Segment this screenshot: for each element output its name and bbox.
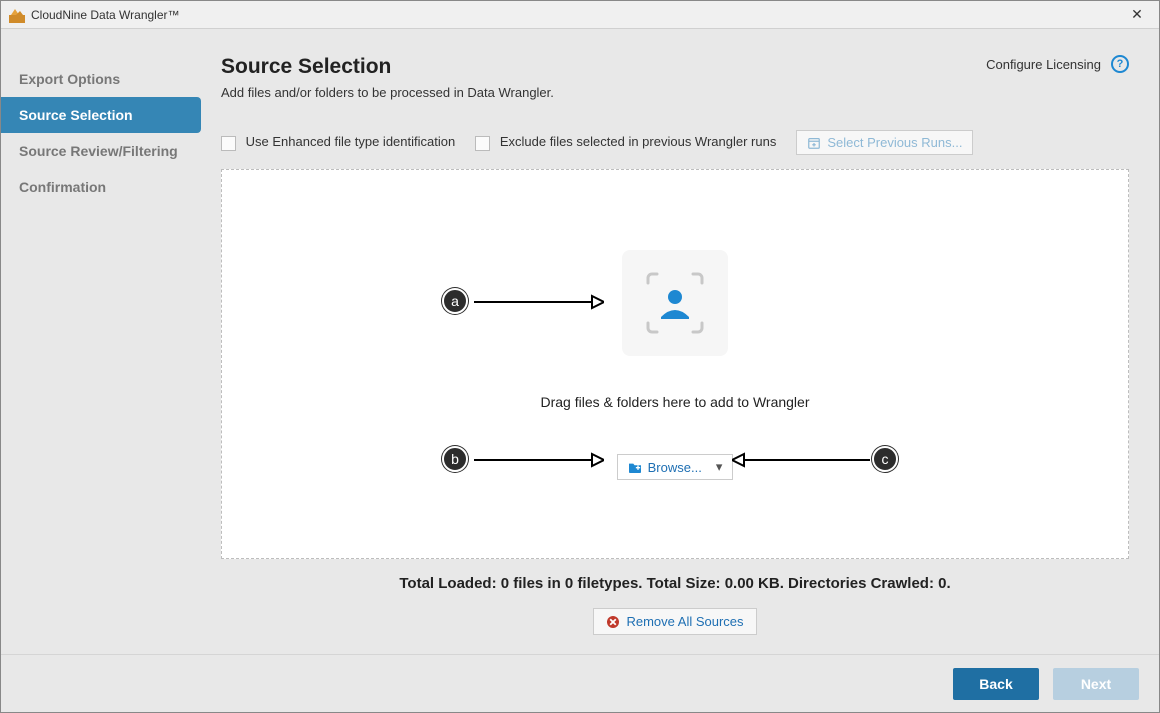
back-button[interactable]: Back [953, 668, 1039, 700]
checkbox-text: Use Enhanced file type identification [246, 134, 456, 149]
configure-licensing-link[interactable]: Configure Licensing [986, 57, 1101, 72]
folder-add-icon [628, 461, 642, 473]
button-label: Browse... [648, 460, 702, 475]
browse-button[interactable]: Browse... ▾ [617, 454, 734, 480]
enhanced-id-checkbox[interactable] [221, 136, 236, 151]
button-label: Select Previous Runs... [827, 135, 962, 150]
sidebar-item-label: Source Selection [19, 107, 133, 123]
remove-all-sources-button[interactable]: Remove All Sources [593, 608, 756, 635]
sidebar-item-export-options[interactable]: Export Options [1, 61, 201, 97]
options-row: Use Enhanced file type identification Ex… [221, 130, 1129, 155]
remove-icon [606, 615, 620, 629]
sidebar-item-label: Confirmation [19, 179, 106, 195]
sidebar-item-source-review[interactable]: Source Review/Filtering [1, 133, 201, 169]
button-label: Remove All Sources [626, 614, 743, 629]
annotation-a: a [442, 288, 468, 314]
annotation-arrow-c [732, 450, 870, 470]
sidebar: Export Options Source Selection Source R… [1, 29, 201, 654]
enhanced-id-checkbox-label[interactable]: Use Enhanced file type identification [221, 134, 455, 150]
footer: Back Next [1, 654, 1159, 712]
page-title: Source Selection [221, 55, 554, 79]
next-button[interactable]: Next [1053, 668, 1139, 700]
select-previous-runs-button[interactable]: Select Previous Runs... [796, 130, 973, 155]
annotation-c: c [872, 446, 898, 472]
window-title: CloudNine Data Wrangler™ [31, 8, 180, 22]
checkbox-text: Exclude files selected in previous Wrang… [500, 134, 777, 149]
annotation-b: b [442, 446, 468, 472]
drop-hint-text: Drag files & folders here to add to Wran… [541, 394, 810, 410]
drop-zone[interactable]: Drag files & folders here to add to Wran… [221, 169, 1129, 559]
chevron-down-icon: ▾ [716, 459, 723, 475]
calendar-icon [807, 136, 821, 150]
app-icon [9, 7, 25, 23]
drop-target-icon-box [622, 250, 728, 356]
title-bar: CloudNine Data Wrangler™ ✕ [1, 1, 1159, 29]
help-icon[interactable]: ? [1111, 55, 1129, 73]
sidebar-item-label: Source Review/Filtering [19, 143, 178, 159]
page-subtitle: Add files and/or folders to be processed… [221, 85, 554, 100]
annotation-arrow-a [474, 292, 604, 312]
annotation-arrow-b [474, 450, 604, 470]
close-button[interactable]: ✕ [1123, 5, 1151, 25]
exclude-prev-checkbox[interactable] [475, 136, 490, 151]
custodian-scan-icon [639, 267, 711, 339]
status-summary: Total Loaded: 0 files in 0 filetypes. To… [221, 575, 1129, 592]
sidebar-item-confirmation[interactable]: Confirmation [1, 169, 201, 205]
sidebar-item-label: Export Options [19, 71, 120, 87]
main-panel: Source Selection Add files and/or folder… [201, 29, 1159, 654]
exclude-prev-checkbox-label[interactable]: Exclude files selected in previous Wrang… [475, 134, 776, 150]
sidebar-item-source-selection[interactable]: Source Selection [1, 97, 201, 133]
